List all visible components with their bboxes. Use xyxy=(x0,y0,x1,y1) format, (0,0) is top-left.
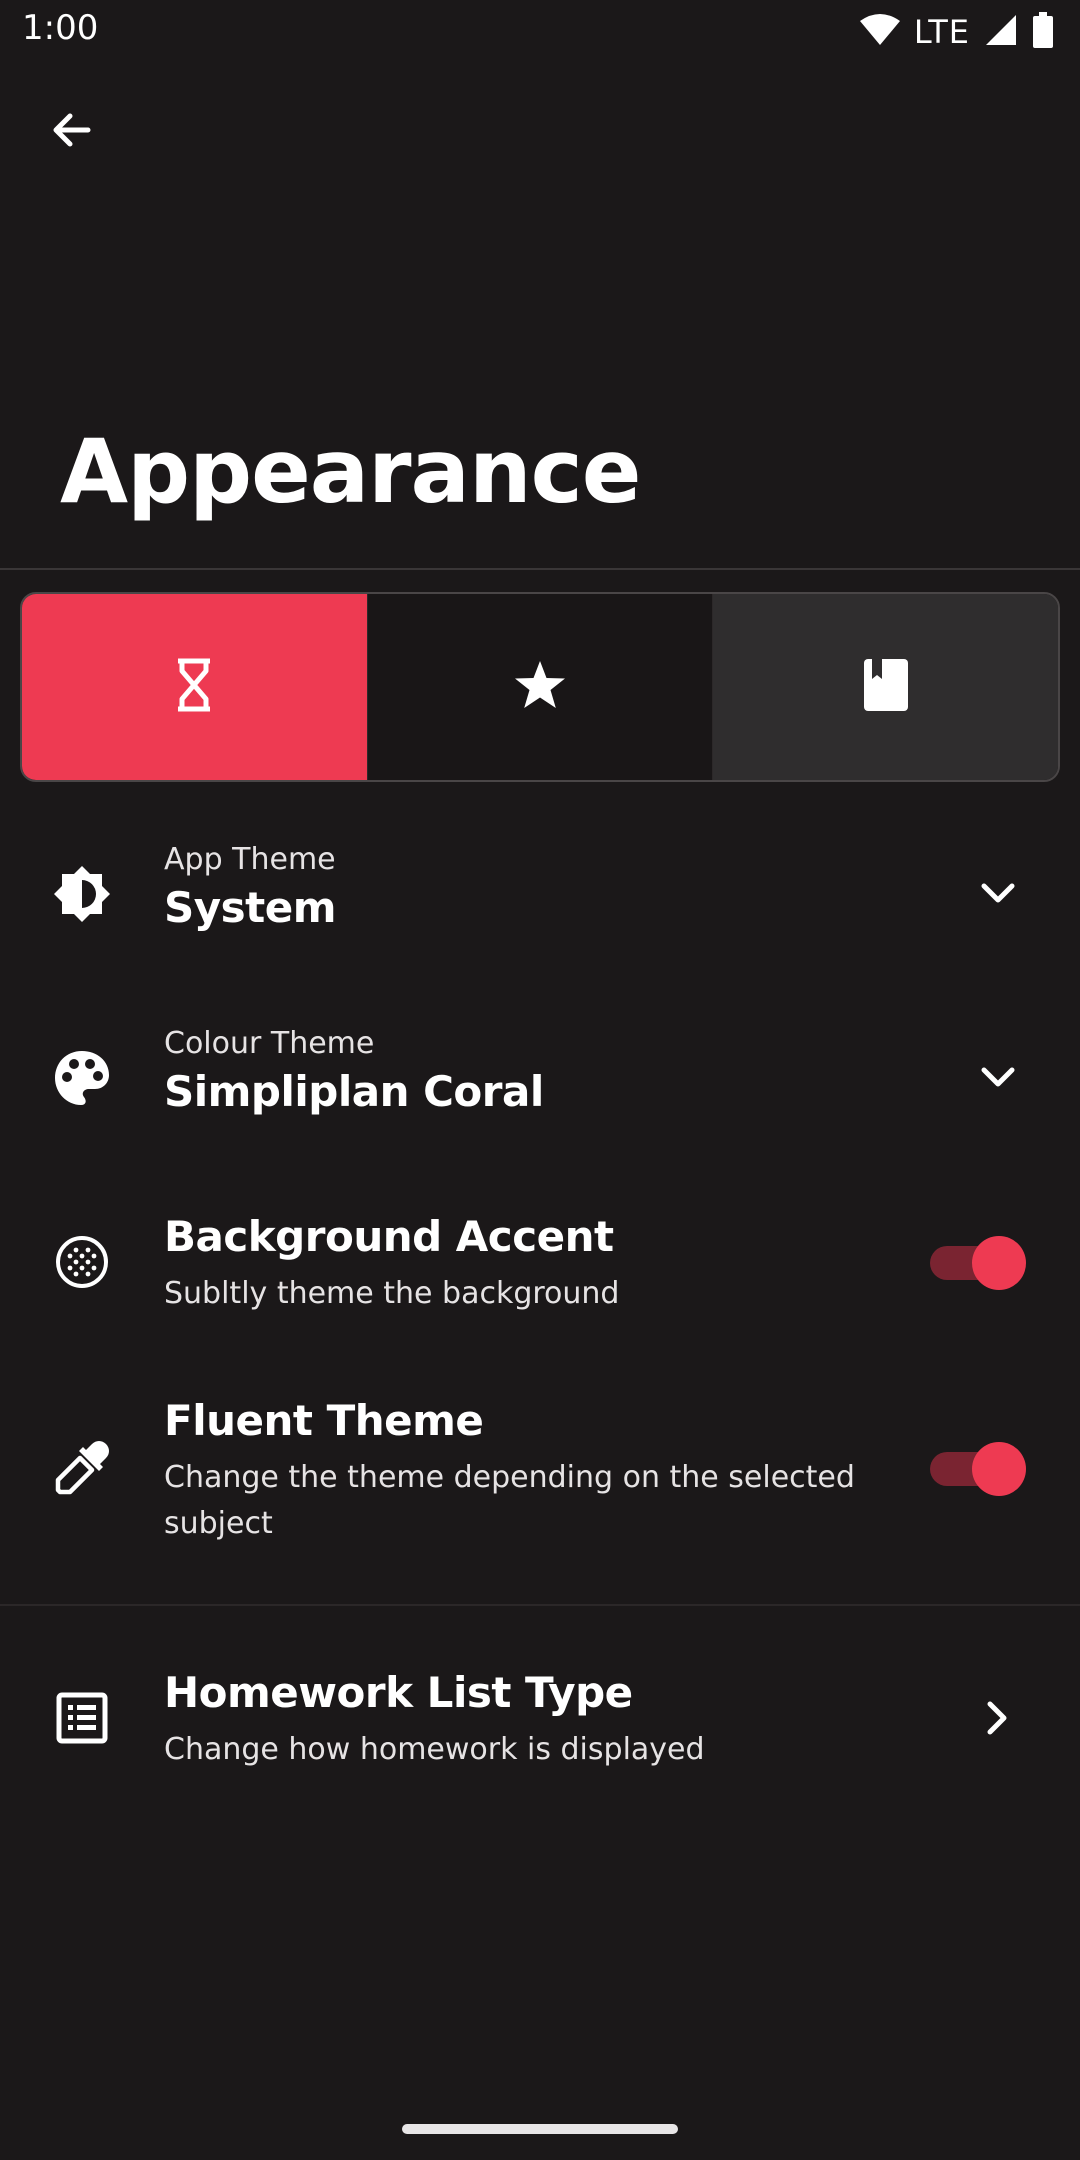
back-button[interactable] xyxy=(32,96,112,168)
fluent-theme-subtitle: Change the theme depending on the select… xyxy=(164,1460,855,1541)
segment-book[interactable] xyxy=(713,594,1058,780)
segment-hourglass[interactable] xyxy=(22,594,367,780)
status-bar: 1:00 LTE xyxy=(0,0,1080,64)
home-indicator[interactable] xyxy=(402,2124,678,2134)
background-accent-toggle[interactable] xyxy=(930,1230,1026,1294)
bookmark-book-icon xyxy=(863,659,908,715)
appearance-screen: 1:00 LTE Appearance App Theme System Col… xyxy=(0,0,1080,2160)
app-theme-label: App Theme xyxy=(164,842,336,877)
page-title: Appearance xyxy=(60,420,641,523)
list-icon xyxy=(50,1686,114,1750)
network-type: LTE xyxy=(913,13,970,51)
background-accent-row[interactable]: Background Accent Subltly theme the back… xyxy=(0,1196,1080,1326)
colour-theme-row[interactable]: Colour Theme Simpliplan Coral xyxy=(0,1012,1080,1142)
homework-list-type-subtitle: Change how homework is displayed xyxy=(164,1732,705,1767)
wifi-icon xyxy=(859,13,900,51)
arrow-back-icon xyxy=(48,106,96,158)
toggle-thumb xyxy=(972,1442,1026,1496)
homework-list-type-title: Homework List Type xyxy=(164,1668,633,1717)
toggle-thumb xyxy=(972,1236,1026,1290)
chevron-down-icon[interactable] xyxy=(966,1046,1030,1110)
eyedropper-icon xyxy=(50,1436,114,1500)
battery-icon xyxy=(1032,12,1054,52)
star-icon xyxy=(513,659,567,715)
segmented-control xyxy=(20,592,1060,782)
app-theme-value: System xyxy=(164,883,336,932)
chevron-down-icon[interactable] xyxy=(966,862,1030,926)
homework-list-type-row[interactable]: Homework List Type Change how homework i… xyxy=(0,1652,1080,1782)
dotted-circle-icon xyxy=(50,1230,114,1294)
background-accent-title: Background Accent xyxy=(164,1212,614,1261)
fluent-theme-title: Fluent Theme xyxy=(164,1396,484,1445)
app-theme-row[interactable]: App Theme System xyxy=(0,828,1080,958)
chevron-right-icon[interactable] xyxy=(966,1686,1030,1750)
colour-theme-label: Colour Theme xyxy=(164,1026,375,1061)
status-time: 1:00 xyxy=(22,8,99,48)
fluent-theme-row[interactable]: Fluent Theme Change the theme depending … xyxy=(0,1380,1080,1560)
fluent-theme-toggle[interactable] xyxy=(930,1436,1026,1500)
signal-icon xyxy=(984,13,1018,51)
hourglass-icon xyxy=(174,657,214,717)
status-icons: LTE xyxy=(859,12,1054,52)
brightness-icon xyxy=(50,862,114,926)
header-divider xyxy=(0,568,1080,570)
background-accent-subtitle: Subltly theme the background xyxy=(164,1276,620,1311)
colour-theme-value: Simpliplan Coral xyxy=(164,1067,544,1116)
segment-star[interactable] xyxy=(366,594,714,780)
palette-icon xyxy=(50,1046,114,1110)
section-divider xyxy=(0,1604,1080,1606)
